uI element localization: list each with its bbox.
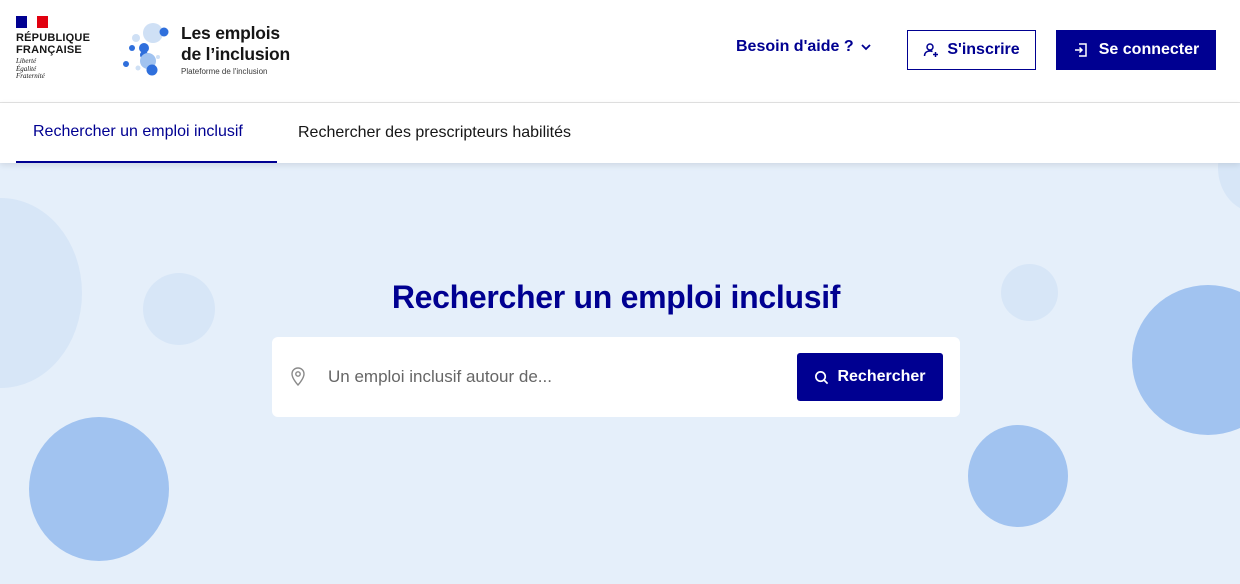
brand-subtitle: Plateforme de l'inclusion [181, 67, 268, 76]
republique-francaise-logo[interactable]: RÉPUBLIQUE FRANÇAISE Liberté Égalité Fra… [16, 16, 96, 81]
chevron-down-icon [860, 44, 871, 51]
search-button[interactable]: Rechercher [797, 353, 943, 401]
help-label: Besoin d'aide ? [736, 38, 854, 55]
decorative-bubble [1218, 163, 1240, 213]
decorative-bubble [29, 417, 169, 561]
signup-label: S'inscrire [947, 41, 1020, 58]
hero-section: Rechercher un emploi inclusif Rechercher [0, 163, 1240, 584]
tab-search-jobs[interactable]: Rechercher un emploi inclusif [16, 103, 277, 163]
brand-title-line-1: Les emplois [181, 23, 280, 43]
help-dropdown[interactable]: Besoin d'aide ? [736, 38, 872, 56]
brand-title: Les emplois de l’inclusion [181, 23, 290, 65]
login-icon [1074, 43, 1087, 57]
tab-search-prescribers[interactable]: Rechercher des prescripteurs habilités [298, 103, 571, 163]
location-search-input[interactable] [328, 357, 788, 397]
login-button[interactable]: Se connecter [1056, 30, 1216, 70]
login-label: Se connecter [1098, 41, 1200, 58]
site-header: RÉPUBLIQUE FRANÇAISE Liberté Égalité Fra… [0, 0, 1240, 103]
republic-line-1: RÉPUBLIQUE [16, 32, 91, 44]
signup-button[interactable]: S'inscrire [907, 30, 1036, 70]
search-icon [815, 370, 829, 384]
main-tabs: Rechercher un emploi inclusif Rechercher… [0, 103, 1240, 163]
search-bar: Rechercher [272, 337, 960, 417]
brand-logo[interactable]: Les emplois de l’inclusion Plateforme de… [118, 20, 318, 80]
decorative-bubble [968, 425, 1068, 527]
bubbles-logo-icon [123, 23, 169, 76]
republic-line-2: FRANÇAISE [16, 44, 82, 56]
search-button-label: Rechercher [837, 368, 926, 385]
brand-title-line-2: de l’inclusion [181, 44, 291, 64]
republic-motto: Liberté Égalité Fraternité [16, 57, 96, 81]
french-flag-icon [16, 16, 49, 28]
hero-title: Rechercher un emploi inclusif [391, 279, 841, 315]
motto-fraternite: Fraternité [16, 72, 45, 80]
republic-name: RÉPUBLIQUE FRANÇAISE [16, 32, 96, 56]
user-add-icon [924, 43, 939, 57]
map-pin-icon [291, 367, 305, 387]
